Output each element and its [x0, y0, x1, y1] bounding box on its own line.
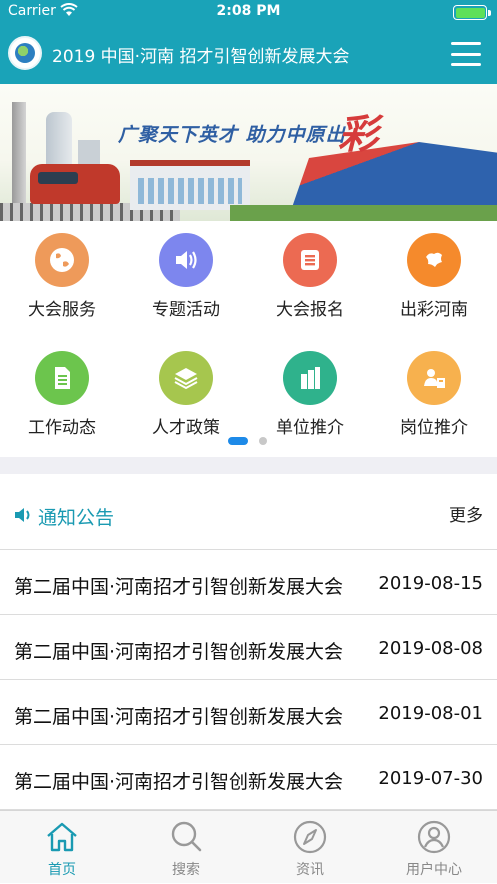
battery-tip: [488, 10, 491, 16]
list-item[interactable]: 第二届中国·河南招才引智创新发展大会 2019-08-15: [0, 551, 497, 615]
tab-home[interactable]: 首页: [0, 811, 124, 884]
battery-icon: [453, 5, 487, 20]
tab-label: 首页: [48, 862, 76, 878]
grid-item-label: 专题活动: [152, 300, 220, 320]
notice-title: 第二届中国·河南招才引智创新发展大会: [14, 771, 344, 793]
banner-headline-accent: 彩: [338, 111, 378, 158]
grid-icon-circle: [35, 351, 89, 405]
worker-icon: [424, 369, 445, 388]
grid-item-registration[interactable]: 大会报名: [248, 233, 372, 320]
notice-date: 2019-07-30: [378, 768, 483, 789]
status-bar: Carrier 2:08 PM: [0, 0, 497, 24]
notice-header: 通知公告 更多: [0, 474, 497, 550]
document-icon: [55, 367, 70, 389]
layers-icon: [174, 368, 198, 390]
tv-tower-illustration: [12, 102, 26, 212]
globe-icon: [50, 248, 74, 272]
form-icon: [301, 250, 319, 270]
notice-more-link[interactable]: 更多: [449, 501, 483, 526]
list-item[interactable]: 第二届中国·河南招才引智创新发展大会 2019-08-08: [0, 616, 497, 680]
grid-icon-circle: [159, 351, 213, 405]
grid-item-talent-policy[interactable]: 人才政策: [124, 351, 248, 438]
nav-bar: 2019 中国·河南 招才引智创新发展大会: [0, 24, 497, 84]
grid-item-label: 出彩河南: [400, 300, 468, 320]
grid-icon-circle: [407, 351, 461, 405]
notice-title: 第二届中国·河南招才引智创新发展大会: [14, 641, 344, 663]
notice-date: 2019-08-01: [378, 703, 483, 724]
grid-item-henan[interactable]: 出彩河南: [372, 233, 496, 320]
tab-user-center[interactable]: 用户中心: [372, 811, 496, 884]
feature-grid: 大会服务 专题活动 大会报名 出彩河南 工作动态 人才政策 单位推介 岗位推介: [0, 221, 497, 457]
grid-item-label: 大会服务: [28, 300, 96, 320]
train-illustration: [30, 164, 120, 204]
grid-item-conference-service[interactable]: 大会服务: [0, 233, 124, 320]
henan-map-icon: [426, 252, 442, 267]
grid-item-special-events[interactable]: 专题活动: [124, 233, 248, 320]
trees-illustration: [230, 205, 497, 221]
tab-label: 用户中心: [406, 862, 462, 878]
notice-title: 第二届中国·河南招才引智创新发展大会: [14, 576, 344, 598]
speaker-icon: [176, 251, 197, 269]
tab-label: 资讯: [296, 862, 324, 878]
grid-icon-circle: [159, 233, 213, 287]
tab-bar: 首页 搜索 资讯 用户中心: [0, 810, 497, 883]
notice-section-title: 通知公告: [38, 507, 115, 529]
notice-title: 第二届中国·河南招才引智创新发展大会: [14, 706, 344, 728]
banner-headline: 广聚天下英才 助力中原出: [118, 124, 346, 146]
page-indicator: [0, 434, 497, 446]
page-dot-active[interactable]: [228, 437, 248, 445]
grid-icon-circle: [283, 233, 337, 287]
user-icon: [417, 820, 451, 854]
grid-icon-circle: [35, 233, 89, 287]
grid-item-employer-promo[interactable]: 单位推介: [248, 351, 372, 438]
menu-icon[interactable]: [451, 42, 481, 66]
tab-search[interactable]: 搜索: [124, 811, 248, 884]
grid-item-job-promo[interactable]: 岗位推介: [372, 351, 496, 438]
list-item[interactable]: 第二届中国·河南招才引智创新发展大会 2019-08-01: [0, 681, 497, 745]
tab-news[interactable]: 资讯: [248, 811, 372, 884]
hero-banner[interactable]: 广聚天下英才 助力中原出 彩: [0, 84, 497, 221]
section-divider: [0, 457, 497, 474]
grid-icon-circle: [407, 233, 461, 287]
grid-icon-circle: [283, 351, 337, 405]
home-icon: [47, 822, 77, 852]
clock: 2:08 PM: [216, 3, 281, 19]
page-dot[interactable]: [259, 437, 267, 445]
page-title: 2019 中国·河南 招才引智创新发展大会: [52, 47, 350, 67]
building-icon: [301, 367, 320, 389]
conference-logo: [8, 36, 42, 70]
compass-icon: [293, 820, 327, 854]
station-illustration: [130, 160, 250, 210]
list-item[interactable]: 第二届中国·河南招才引智创新发展大会 2019-07-30: [0, 746, 497, 810]
notice-date: 2019-08-15: [378, 573, 483, 594]
speaker-icon: [15, 508, 30, 522]
tab-label: 搜索: [172, 862, 200, 878]
grid-item-label: 大会报名: [276, 300, 344, 320]
notice-date: 2019-08-08: [378, 638, 483, 659]
search-icon: [171, 821, 202, 852]
grid-item-work-news[interactable]: 工作动态: [0, 351, 124, 438]
